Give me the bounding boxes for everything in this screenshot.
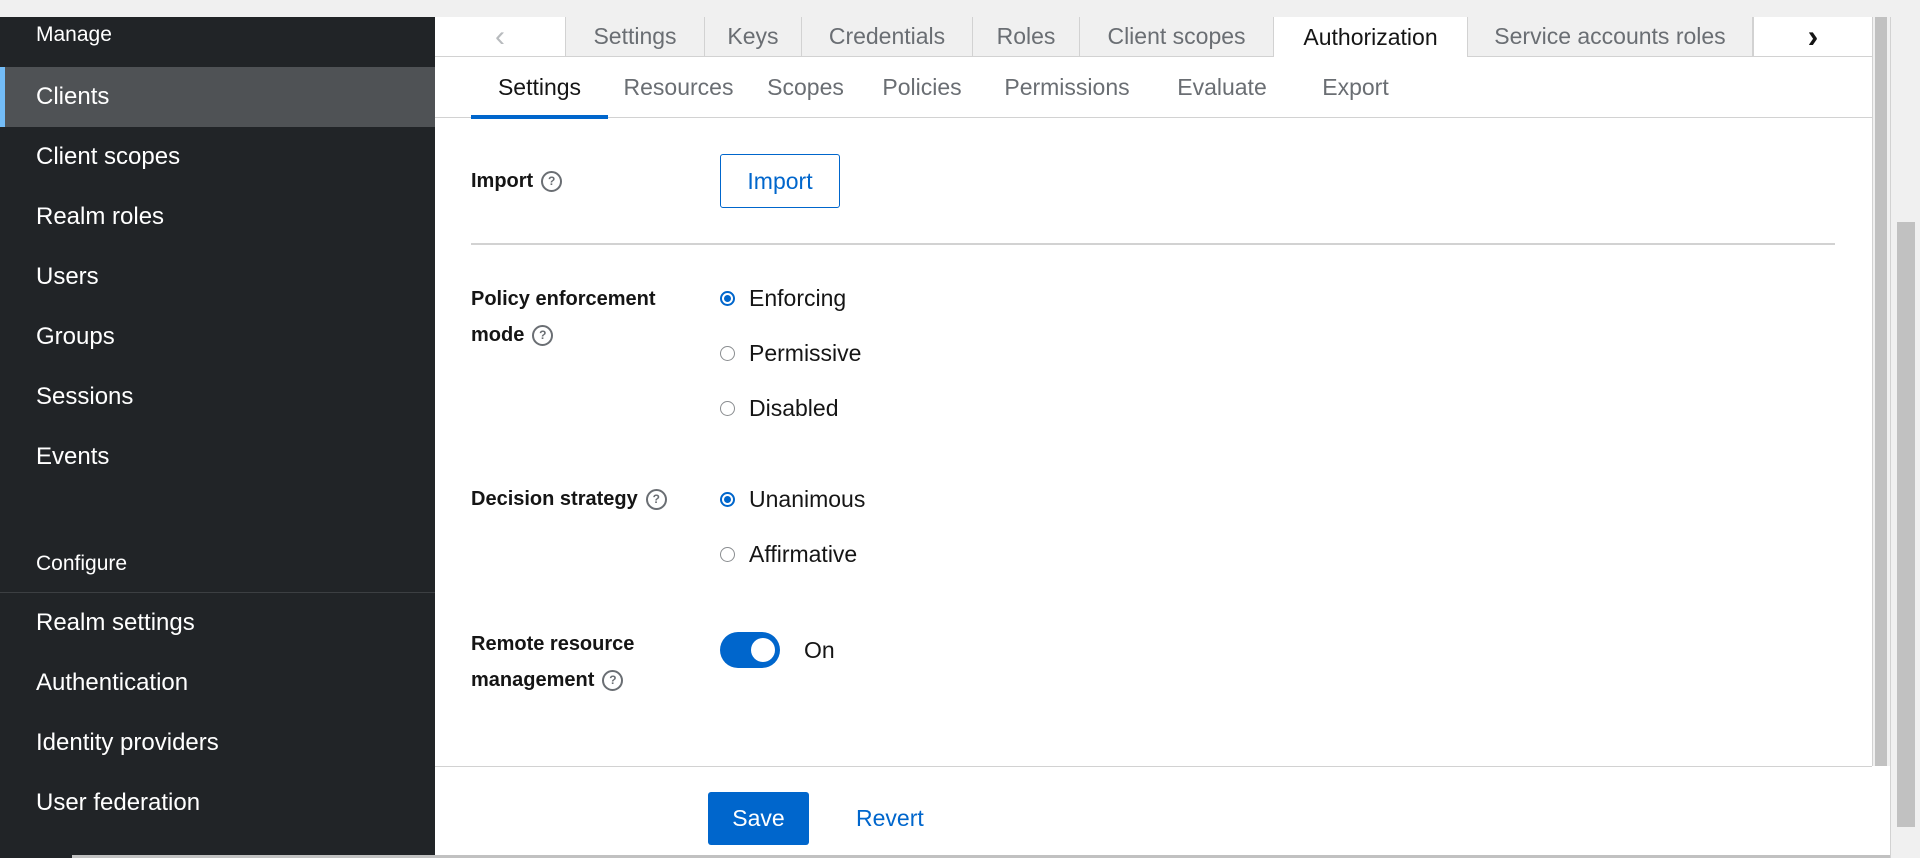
content-scrollbar[interactable] bbox=[1872, 17, 1890, 766]
help-icon[interactable]: ? bbox=[602, 670, 624, 692]
radio-indicator[interactable] bbox=[720, 546, 735, 562]
tab-service-accounts-roles[interactable]: Service accounts roles bbox=[1468, 17, 1753, 57]
save-button[interactable]: Save bbox=[708, 792, 809, 845]
policy-enforcement-label-line2: mode bbox=[471, 324, 525, 346]
sidebar-item-events[interactable]: Events bbox=[0, 427, 435, 487]
radio-label: Permissive bbox=[749, 339, 862, 366]
sidebar-item-realm-roles[interactable]: Realm roles bbox=[0, 187, 435, 247]
tab-authorization[interactable]: Authorization bbox=[1274, 17, 1468, 57]
radio-label: Unanimous bbox=[749, 485, 866, 512]
radio-indicator[interactable] bbox=[720, 400, 735, 416]
revert-button[interactable]: Revert bbox=[856, 792, 924, 845]
subtab-evaluate[interactable]: Evaluate bbox=[1152, 57, 1292, 118]
sidebar-heading-configure: Configure bbox=[36, 552, 128, 575]
help-icon[interactable]: ? bbox=[532, 325, 554, 347]
form-footer: Save Revert bbox=[435, 766, 1872, 859]
radio-indicator[interactable] bbox=[720, 345, 735, 361]
policy-enforcement-label-line1: Policy enforcement bbox=[471, 288, 656, 310]
radio-unanimous[interactable]: Unanimous bbox=[720, 481, 865, 517]
remote-resource-label-line2-group: management? bbox=[471, 662, 624, 698]
client-tabs: ‹ Settings Keys Credentials Roles Client… bbox=[435, 17, 1872, 57]
tab-roles[interactable]: Roles bbox=[973, 17, 1080, 57]
radio-affirmative[interactable]: Affirmative bbox=[720, 536, 857, 572]
sidebar-item-groups[interactable]: Groups bbox=[0, 307, 435, 367]
browser-top-strip bbox=[0, 0, 1920, 18]
sidebar-item-users[interactable]: Users bbox=[0, 247, 435, 307]
sidebar-item-client-scopes[interactable]: Client scopes bbox=[0, 127, 435, 187]
remote-resource-label-line2: management bbox=[471, 669, 595, 691]
authorization-subtabs: Settings Resources Scopes Policies Permi… bbox=[435, 57, 1872, 119]
sidebar-item-authentication[interactable]: Authentication bbox=[0, 653, 435, 713]
remote-resource-label-line1: Remote resource bbox=[471, 633, 635, 655]
subtab-settings[interactable]: Settings bbox=[471, 57, 608, 119]
sidebar-item-identity-providers[interactable]: Identity providers bbox=[0, 713, 435, 773]
help-icon[interactable]: ? bbox=[541, 171, 563, 193]
radio-enforcing[interactable]: Enforcing bbox=[720, 280, 846, 316]
tab-keys[interactable]: Keys bbox=[705, 17, 802, 57]
decision-strategy-label-group: Decision strategy? bbox=[471, 481, 667, 517]
import-button[interactable]: Import bbox=[720, 154, 840, 208]
page-scrollbar[interactable] bbox=[1890, 17, 1920, 858]
subtab-resources[interactable]: Resources bbox=[608, 57, 749, 118]
radio-label: Affirmative bbox=[749, 540, 858, 567]
radio-disabled[interactable]: Disabled bbox=[720, 390, 839, 426]
toggle-state-label: On bbox=[804, 637, 835, 663]
sidebar-item-sessions[interactable]: Sessions bbox=[0, 367, 435, 427]
tab-client-scopes[interactable]: Client scopes bbox=[1080, 17, 1274, 57]
sidebar-item-clients[interactable]: Clients bbox=[0, 67, 435, 127]
subtab-export[interactable]: Export bbox=[1292, 57, 1419, 118]
radio-permissive[interactable]: Permissive bbox=[720, 335, 861, 371]
subtab-policies[interactable]: Policies bbox=[862, 57, 982, 118]
radio-selected-indicator[interactable] bbox=[720, 491, 735, 507]
decision-strategy-label: Decision strategy bbox=[471, 488, 638, 510]
import-label-group: Import? bbox=[471, 163, 563, 199]
tabs-scroll-right-icon[interactable]: › bbox=[1753, 17, 1872, 57]
help-icon[interactable]: ? bbox=[645, 489, 667, 511]
content-scroll-thumb[interactable] bbox=[1875, 17, 1887, 766]
remote-resource-toggle[interactable] bbox=[720, 632, 780, 668]
sidebar-heading-manage: Manage bbox=[36, 23, 112, 46]
tabs-scroll-left-icon[interactable]: ‹ bbox=[435, 17, 566, 57]
radio-label: Disabled bbox=[749, 394, 839, 421]
subtab-scopes[interactable]: Scopes bbox=[749, 57, 862, 118]
sidebar: Manage Clients Client scopes Realm roles… bbox=[0, 17, 435, 858]
section-divider bbox=[471, 243, 1835, 245]
sidebar-item-user-federation[interactable]: User federation bbox=[0, 773, 435, 833]
sidebar-item-realm-settings[interactable]: Realm settings bbox=[0, 593, 435, 653]
radio-selected-indicator[interactable] bbox=[720, 290, 735, 306]
subtab-permissions[interactable]: Permissions bbox=[982, 57, 1152, 118]
radio-label: Enforcing bbox=[749, 284, 847, 311]
policy-enforcement-label-line2-group: mode? bbox=[471, 317, 554, 353]
page-scroll-thumb[interactable] bbox=[1897, 222, 1915, 827]
main-content: ‹ Settings Keys Credentials Roles Client… bbox=[435, 17, 1872, 859]
toggle-knob bbox=[751, 638, 775, 662]
tab-settings[interactable]: Settings bbox=[566, 17, 705, 57]
import-label: Import bbox=[471, 170, 534, 192]
tab-credentials[interactable]: Credentials bbox=[802, 17, 973, 57]
